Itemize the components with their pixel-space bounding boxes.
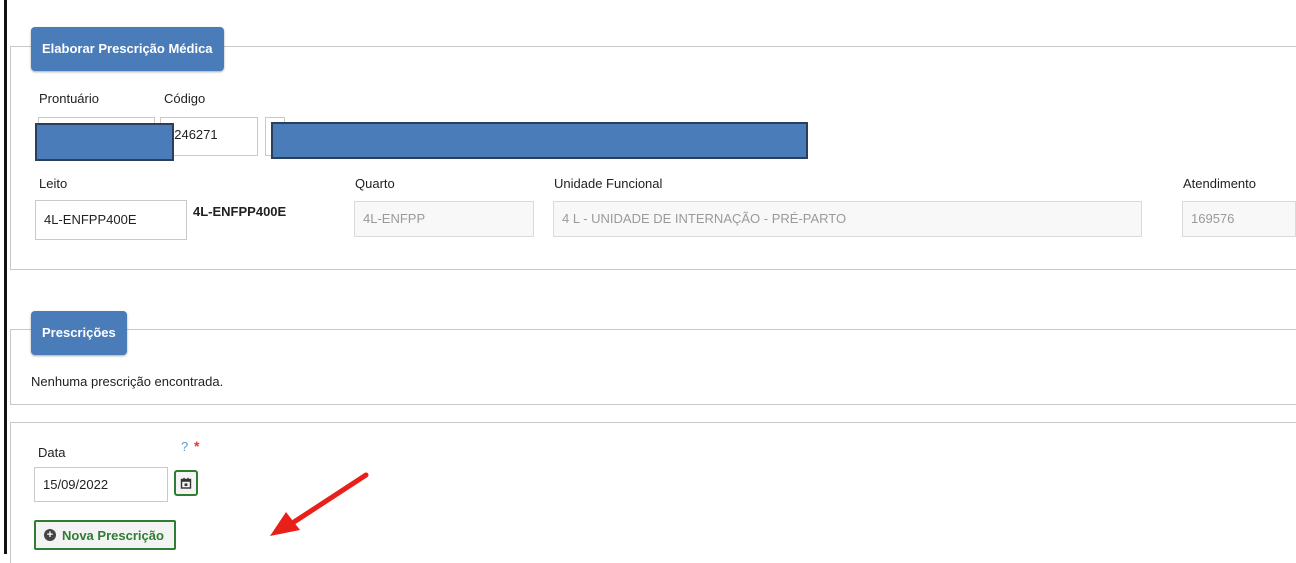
red-arrow-annotation (270, 472, 369, 536)
codigo-label: Código (164, 91, 206, 106)
empty-message: Nenhuma prescrição encontrada. (31, 374, 224, 389)
new-prescription-panel (10, 422, 1296, 563)
prescriptions-title: Prescrições (31, 311, 127, 355)
panel-title: Elaborar Prescrição Médica (31, 27, 224, 71)
calendar-button[interactable] (174, 470, 198, 496)
data-label: Data (38, 445, 66, 460)
plus-circle-icon: + (44, 529, 56, 541)
redaction-box (35, 123, 174, 161)
required-icon: * (194, 438, 200, 454)
unidade-field: 4 L - UNIDADE DE INTERNAÇÃO - PRÉ-PARTO (553, 201, 1142, 237)
new-prescription-label: Nova Prescrição (62, 527, 164, 543)
help-icon[interactable]: ? (181, 439, 188, 454)
left-border (4, 0, 7, 554)
quarto-field: 4L-ENFPP (354, 201, 534, 237)
codigo-field[interactable]: 3246271 (160, 117, 258, 156)
date-field[interactable]: 15/09/2022 (34, 467, 168, 502)
atendimento-field: 169576 (1182, 201, 1296, 237)
leito-description: 4L-ENFPP400E (193, 204, 287, 219)
leito-field[interactable]: 4L-ENFPP400E (35, 200, 187, 240)
prontuario-label: Prontuário (39, 91, 99, 106)
quarto-label: Quarto (355, 176, 395, 191)
atendimento-label: Atendimento (1183, 176, 1256, 191)
new-prescription-button[interactable]: + Nova Prescrição (34, 520, 176, 550)
leito-label: Leito (39, 176, 68, 191)
calendar-icon (180, 477, 192, 489)
redaction-box (271, 122, 808, 159)
prescriptions-panel (10, 329, 1296, 405)
unidade-label: Unidade Funcional (554, 176, 663, 191)
